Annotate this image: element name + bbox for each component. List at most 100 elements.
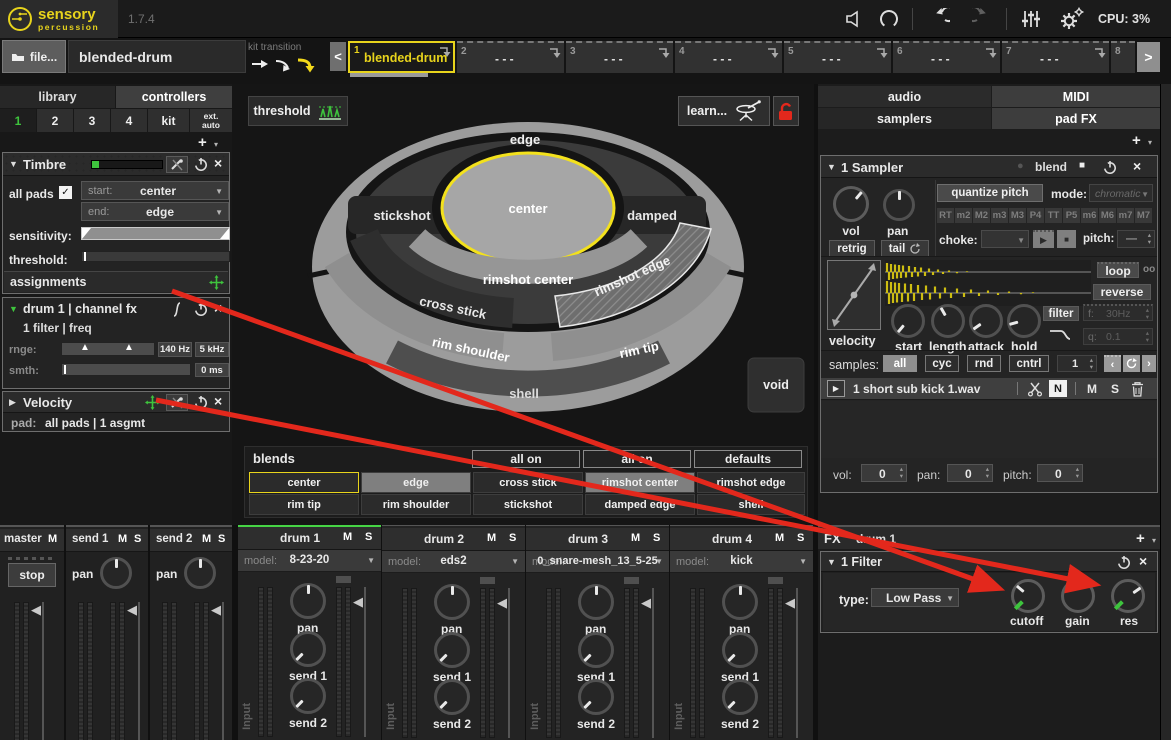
stepper-arrows-icon[interactable]: ▴▾ [1076, 466, 1079, 480]
kit-name-box[interactable]: blended-drum [68, 40, 246, 73]
delete-sample-icon[interactable] [1131, 381, 1144, 397]
settings-gear-icon[interactable] [1058, 6, 1084, 32]
drum1-send1-knob[interactable] [290, 631, 326, 667]
interval-m3[interactable]: m3 [991, 208, 1008, 223]
send1-solo-button[interactable]: S [134, 533, 141, 545]
kit-tab-6[interactable]: 6 - - - [893, 41, 1000, 73]
redo-icon[interactable] [972, 8, 994, 30]
blend-rimshot-center[interactable]: rimshot center [585, 472, 695, 493]
tabs-scroll-left[interactable]: < [330, 42, 346, 71]
collapse-triangle-icon[interactable]: ▼ [9, 159, 18, 169]
velocity-header[interactable]: ▶ Velocity × [3, 392, 229, 413]
gain-knob[interactable] [1061, 579, 1095, 613]
sampler-header[interactable]: ▼ 1 Sampler ● blend ■ × [821, 156, 1157, 178]
drum3-model-row[interactable]: model: 0_snare-mesh_13_5-25 ▼ [526, 551, 669, 573]
sample-list-empty[interactable] [821, 401, 1157, 458]
drum4-send2-knob[interactable] [722, 679, 758, 715]
sample-prev-button[interactable]: ‹ [1104, 355, 1121, 372]
send1-mute-button[interactable]: M [118, 533, 127, 545]
interval-TT[interactable]: TT [1045, 208, 1062, 223]
sensitivity-slider[interactable] [81, 227, 230, 240]
kit-load-icon[interactable] [984, 46, 997, 59]
drum3-send1-knob[interactable] [578, 632, 614, 668]
range-slider[interactable]: ▲ ▲ [61, 342, 155, 356]
kit-tab-3[interactable]: 3 - - - [566, 41, 673, 73]
blend-center[interactable]: center [249, 472, 359, 493]
sample-mute-button[interactable]: M [1087, 382, 1097, 396]
play-sample-button[interactable]: ▶ [1033, 230, 1054, 248]
drum1-pan-knob[interactable] [290, 583, 326, 619]
kit-transition-arrows-icon[interactable] [250, 55, 320, 73]
assignments-bar[interactable]: assignments [4, 271, 228, 292]
volume-fader-track[interactable] [364, 587, 366, 737]
caret-down-icon[interactable]: ▾ [1148, 138, 1152, 147]
drum2-header[interactable]: drum 2 M S [382, 528, 525, 551]
drum1-solo-button[interactable]: S [365, 531, 372, 543]
drum2-solo-button[interactable]: S [509, 532, 516, 544]
hold-knob[interactable] [1007, 304, 1041, 338]
kit-tab-2[interactable]: 2 - - - [457, 41, 564, 73]
volume-fader-handle[interactable]: ◀ [497, 596, 507, 609]
volume-fader-handle[interactable]: ◀ [353, 595, 363, 608]
sample-cycle-button[interactable] [1123, 355, 1140, 372]
kit-tab-1[interactable]: 1 blended-drum [348, 41, 455, 73]
drum2-mute-button[interactable]: M [487, 532, 496, 544]
kit-load-icon[interactable] [657, 46, 670, 59]
start-dropdown[interactable]: start: center ▼ [81, 181, 229, 200]
attack-knob[interactable] [969, 304, 1003, 338]
stop-sample-button[interactable]: ■ [1057, 230, 1076, 248]
volume-fader-track[interactable] [508, 588, 510, 738]
pitch-stepper[interactable]: — ▴▾ [1117, 230, 1155, 248]
blend-stickshot[interactable]: stickshot [473, 494, 583, 515]
res-knob[interactable] [1111, 579, 1145, 613]
metronome-icon[interactable] [843, 8, 865, 30]
send1-header[interactable]: send 1 M S [66, 529, 148, 552]
all-pads-checkbox[interactable]: ✓ [59, 186, 72, 199]
samples-mode-cyc[interactable]: cyc [925, 355, 959, 372]
loop-button[interactable]: loop [1097, 262, 1139, 278]
blend-shell[interactable]: shell [697, 494, 805, 515]
defaults-button[interactable]: defaults [694, 450, 802, 468]
add-fx-button[interactable]: + [1136, 530, 1145, 547]
tab-audio[interactable]: audio [818, 86, 991, 107]
power-icon[interactable] [1117, 555, 1131, 570]
caret-down-icon[interactable]: ▾ [1152, 536, 1156, 545]
pad-tab-4[interactable]: 4 [111, 109, 147, 132]
filter-q-stepper[interactable]: q: 0.1 ▴▾ [1083, 328, 1153, 345]
drum1-model-row[interactable]: model: 8-23-20 ▼ [238, 550, 381, 572]
retrig-button[interactable]: retrig [829, 240, 875, 257]
tab-library[interactable]: library [0, 86, 115, 108]
threshold-slider[interactable] [81, 251, 230, 262]
move-assignment-icon[interactable] [209, 275, 224, 290]
end-dropdown[interactable]: end: edge ▼ [81, 202, 229, 221]
tab-midi[interactable]: MIDI [992, 86, 1160, 107]
interval-m2[interactable]: m2 [955, 208, 972, 223]
filter-freq-stepper[interactable]: f: 30Hz ▴▾ [1083, 304, 1153, 321]
blend-rimshot-edge[interactable]: rimshot edge [697, 472, 805, 493]
close-icon[interactable]: × [214, 393, 222, 409]
file-button[interactable]: file... [2, 40, 66, 73]
length-knob[interactable] [931, 304, 965, 338]
send2-solo-button[interactable]: S [218, 533, 225, 545]
collapse-triangle-icon[interactable]: ▼ [827, 162, 836, 172]
interval-M7[interactable]: M7 [1135, 208, 1152, 223]
threshold-slider-handle[interactable] [84, 252, 86, 261]
sample-row[interactable]: ▶ 1 short sub kick 1.wav N M S [821, 378, 1157, 400]
volume-fader-handle[interactable]: ◀ [127, 603, 137, 616]
record-dot-icon[interactable]: ● [1017, 160, 1024, 172]
power-icon[interactable] [1103, 160, 1117, 175]
sample-solo-button[interactable]: S [1111, 382, 1119, 396]
kit-transition[interactable]: kit transition [248, 40, 328, 73]
blend-rim-shoulder[interactable]: rim shoulder [361, 494, 471, 515]
undo-icon[interactable] [928, 8, 950, 30]
quantize-pitch-button[interactable]: quantize pitch [937, 184, 1043, 202]
drum1-header[interactable]: drum 1 M S [238, 527, 381, 550]
sample-pitch-stepper[interactable]: 0 ▴▾ [1037, 464, 1083, 482]
drum4-model-row[interactable]: model: kick ▼ [670, 551, 813, 573]
smooth-value[interactable]: 0 ms [195, 363, 229, 377]
filter-fx-header[interactable]: ▼ 1 Filter × [821, 552, 1157, 572]
samples-mode-cntrl[interactable]: cntrl [1009, 355, 1049, 372]
tab-controllers[interactable]: controllers [116, 86, 232, 108]
volume-fader-track[interactable] [138, 602, 140, 740]
interval-P4[interactable]: P4 [1027, 208, 1044, 223]
